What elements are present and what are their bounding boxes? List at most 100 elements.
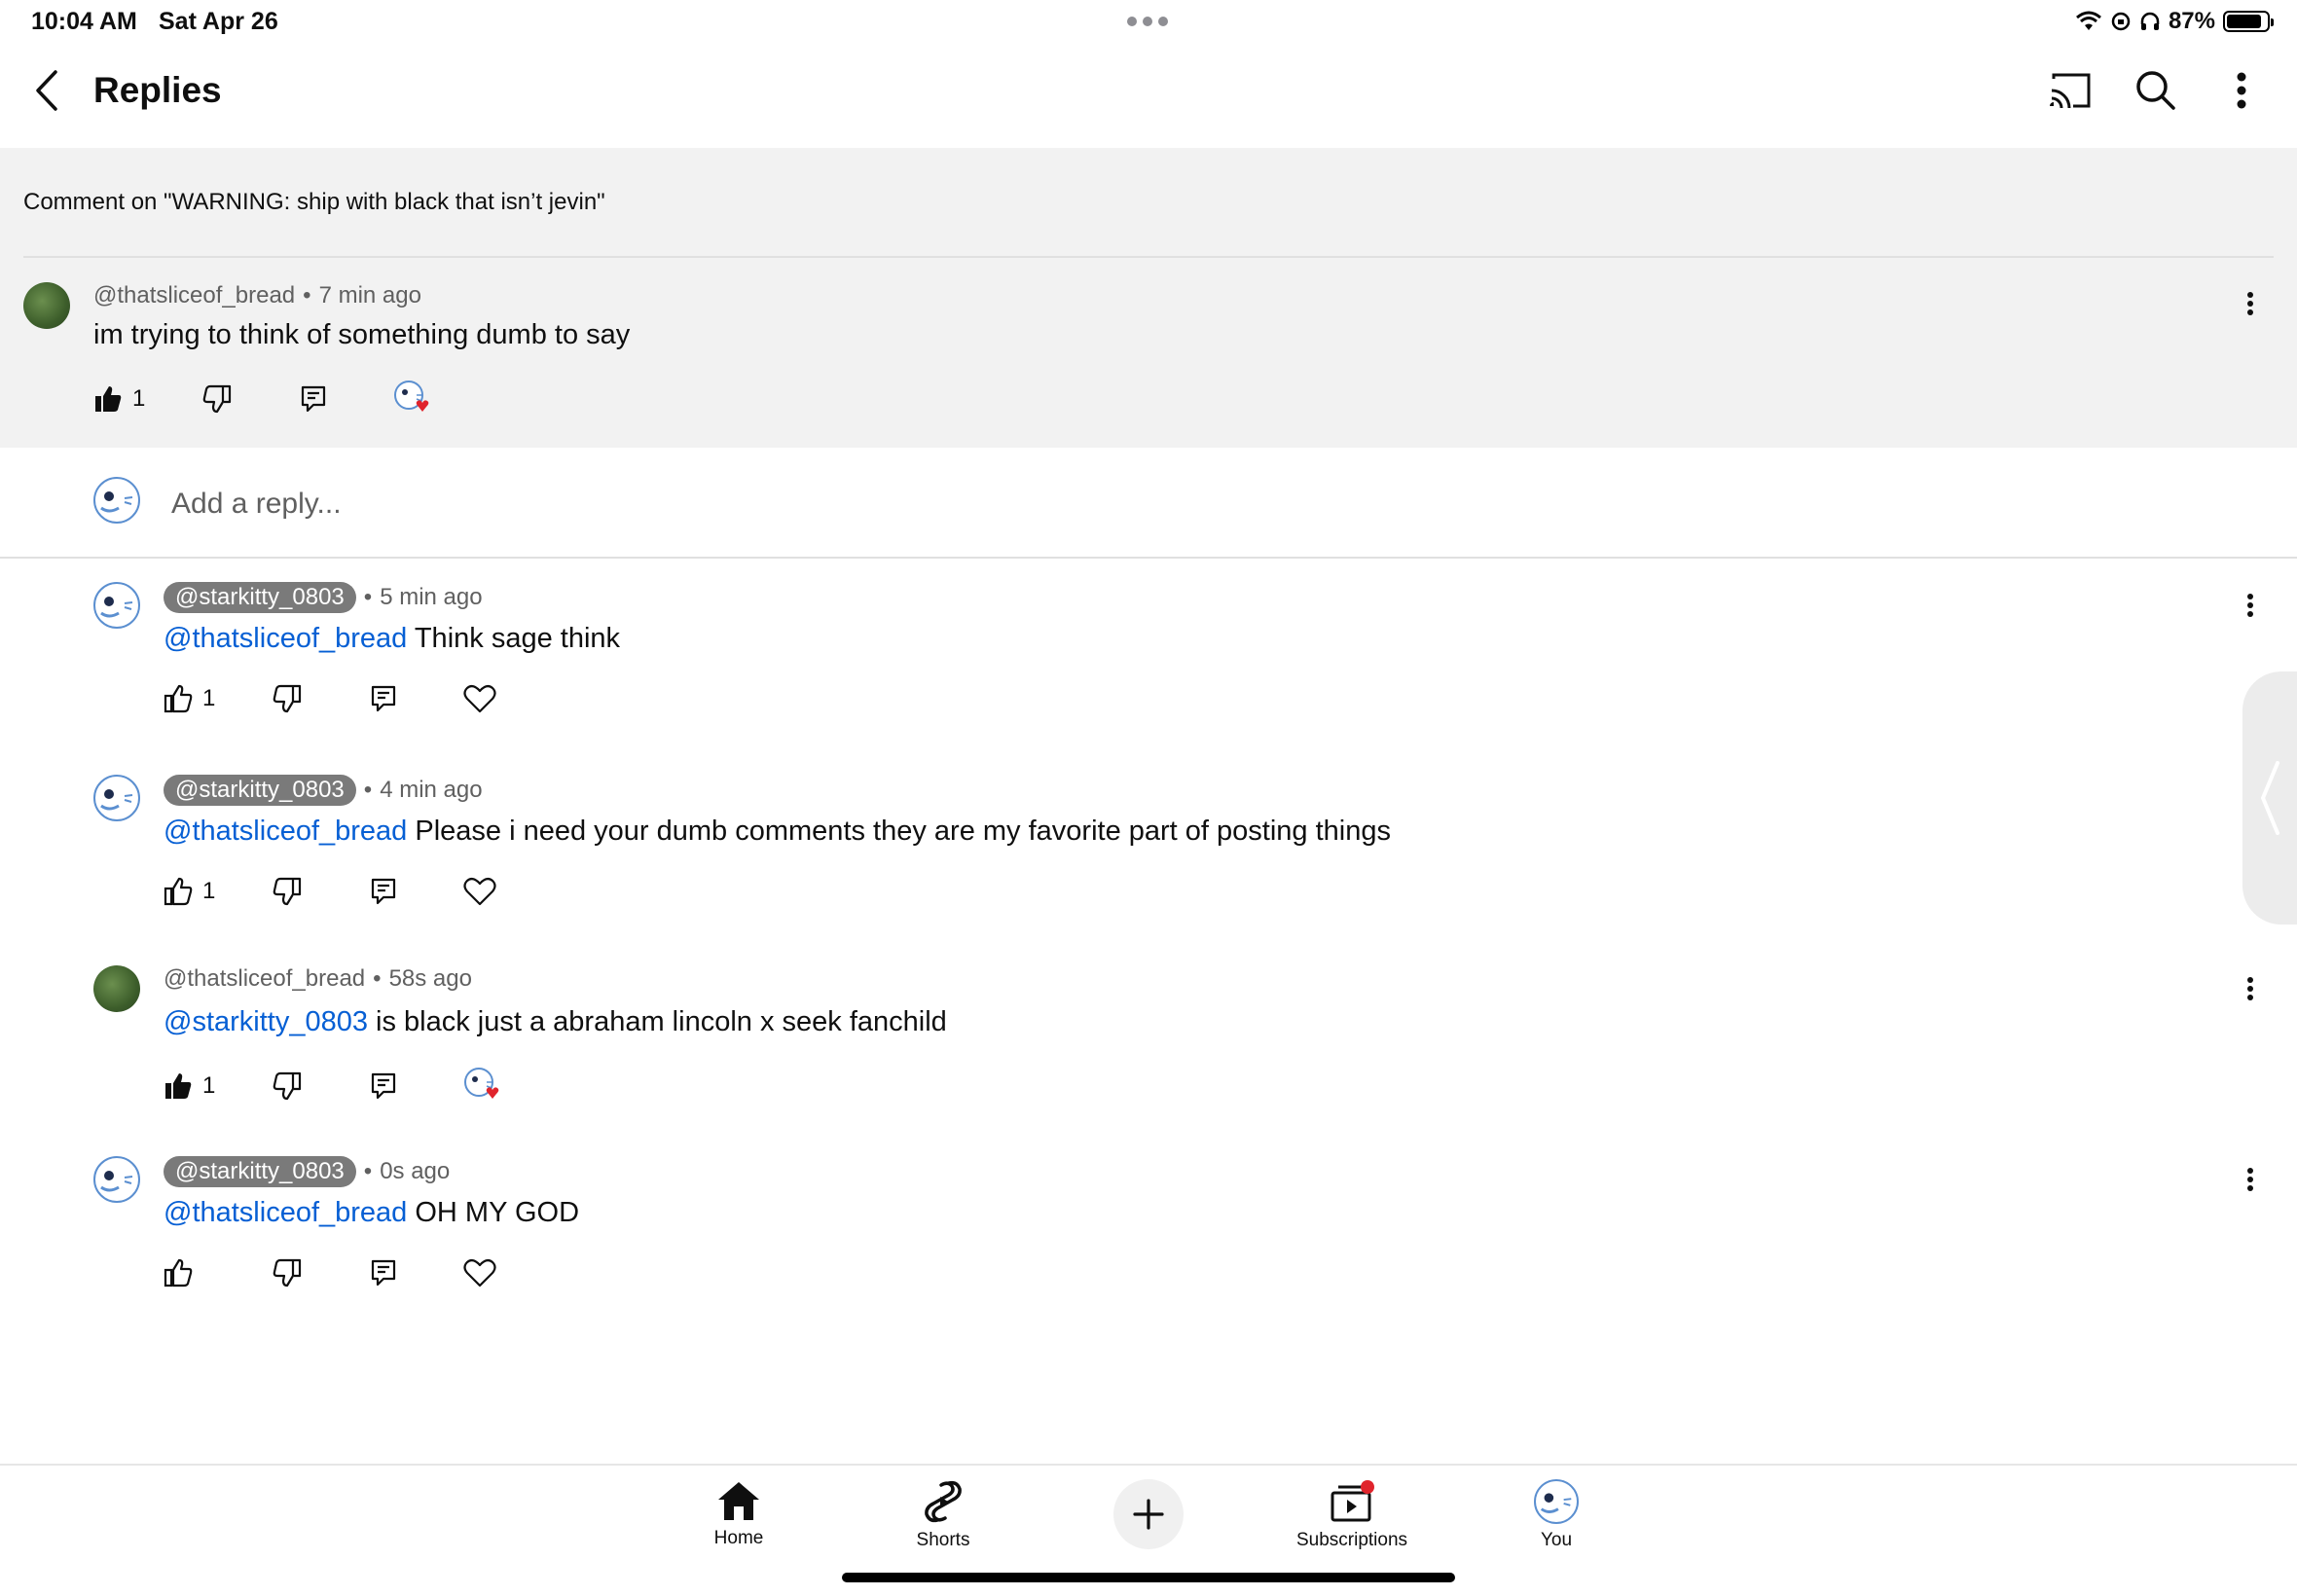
reply-button[interactable] [370, 684, 463, 713]
avatar[interactable] [93, 582, 140, 629]
nav-shorts[interactable]: Shorts [865, 1479, 1021, 1551]
comment-author[interactable]: @starkitty_0803 [164, 1156, 356, 1187]
reply-button[interactable] [370, 1258, 463, 1288]
heart-icon [463, 877, 496, 906]
more-vert-icon [2247, 292, 2253, 315]
comment-body: Please i need your dumb comments they ar… [407, 816, 1391, 847]
meta-separator: • [303, 282, 311, 308]
dislike-button[interactable] [273, 1071, 370, 1101]
add-reply-input[interactable] [171, 483, 1729, 526]
heart-button[interactable] [463, 683, 496, 714]
home-indicator[interactable] [842, 1573, 1455, 1582]
app-bar: Replies [0, 47, 2297, 148]
comment-body: Think sage think [407, 623, 621, 654]
reply-comment: @starkitty_0803 • 0s ago @thatsliceof_bread… [0, 1148, 2297, 1333]
headphones-icon [2140, 12, 2160, 30]
status-bar: 10:04 AM Sat Apr 26 87% [0, 0, 2297, 47]
nav-you-label: You [1540, 1530, 1573, 1550]
comment-body: OH MY GOD [407, 1197, 580, 1228]
like-button[interactable]: 1 [164, 877, 273, 906]
back-button[interactable] [27, 66, 66, 115]
thumb-down-icon [273, 877, 302, 906]
cat-avatar-icon [100, 1171, 133, 1192]
like-count: 1 [202, 878, 216, 904]
comment-text: @thatsliceof_bread Think sage think [164, 623, 620, 655]
shorts-icon [925, 1480, 962, 1523]
meta-separator: • [363, 1158, 373, 1184]
comment-meta: @starkitty_0803 • 5 min ago [164, 582, 483, 613]
avatar[interactable] [93, 965, 140, 1012]
home-icon [718, 1482, 759, 1520]
comment-actions: 1 [164, 683, 496, 714]
comment-menu-button[interactable] [2236, 1160, 2265, 1199]
dislike-button[interactable] [273, 877, 370, 906]
mention-link[interactable]: @thatsliceof_bread [164, 623, 407, 654]
dislike-button[interactable] [273, 684, 370, 713]
reply-button[interactable] [300, 384, 393, 414]
like-button[interactable]: 1 [164, 684, 273, 713]
nav-you[interactable]: You [1478, 1479, 1634, 1551]
like-button[interactable]: 1 [164, 1071, 273, 1101]
like-count: 1 [202, 685, 216, 711]
mention-link[interactable]: @starkitty_0803 [164, 1006, 368, 1037]
more-vert-icon [2247, 594, 2253, 617]
like-button[interactable]: 1 [93, 384, 202, 414]
nav-subscriptions-label: Subscriptions [1295, 1530, 1408, 1550]
heart-button[interactable] [463, 876, 496, 907]
comment-meta: @starkitty_0803 • 4 min ago [164, 775, 483, 806]
heart-button[interactable] [463, 1257, 496, 1288]
comment-author[interactable]: @thatsliceof_bread [93, 282, 295, 309]
add-reply-row [0, 448, 2297, 559]
comment-author[interactable]: @starkitty_0803 [164, 775, 356, 806]
divider [23, 256, 2274, 258]
reply-comment: @starkitty_0803 • 5 min ago @thatsliceof_br… [0, 574, 2297, 759]
comment-menu-button[interactable] [2236, 969, 2265, 1008]
cast-button[interactable] [2044, 64, 2096, 117]
comment-menu-button[interactable] [2236, 586, 2265, 625]
mention-link[interactable]: @thatsliceof_bread [164, 816, 407, 847]
cat-avatar-icon [100, 491, 133, 513]
comment-author[interactable]: @starkitty_0803 [164, 582, 356, 613]
multitasking-dots-icon[interactable] [1127, 17, 1168, 26]
reply-button[interactable] [370, 877, 463, 906]
comment-text: @starkitty_0803 is black just a abraham … [164, 1006, 947, 1038]
more-vert-icon [2247, 977, 2253, 1000]
battery-icon [2223, 11, 2274, 32]
battery-fill [2227, 15, 2261, 28]
page-title: Replies [93, 70, 222, 110]
avatar[interactable] [93, 775, 140, 821]
like-button[interactable] [164, 1258, 273, 1288]
mention-link[interactable]: @thatsliceof_bread [164, 1197, 407, 1228]
create-button[interactable] [1113, 1479, 1184, 1549]
comment-text: @thatsliceof_bread Please i need your du… [164, 816, 1391, 848]
nav-home[interactable]: Home [661, 1479, 817, 1549]
avatar[interactable] [93, 1156, 140, 1203]
meta-separator: • [373, 965, 382, 992]
thumb-down-icon [273, 684, 302, 713]
creator-heart [463, 1067, 502, 1106]
thumb-up-filled-icon [95, 386, 122, 412]
parent-comment-heading: Comment on "WARNING: ship with black tha… [23, 189, 605, 215]
dislike-button[interactable] [273, 1258, 370, 1288]
creator-heart-icon [394, 381, 429, 412]
comment-time: 0s ago [380, 1158, 451, 1184]
like-count: 1 [202, 1072, 216, 1099]
thumb-down-icon [273, 1071, 302, 1101]
nav-shorts-label: Shorts [916, 1530, 970, 1550]
comment-author[interactable]: @thatsliceof_bread [164, 965, 365, 993]
more-options-button[interactable] [2215, 64, 2268, 117]
back-icon [36, 70, 57, 111]
search-button[interactable] [2130, 64, 2182, 117]
reply-button[interactable] [370, 1071, 463, 1101]
nav-subscriptions[interactable]: Subscriptions [1274, 1479, 1430, 1551]
comment-meta: @thatsliceof_bread • 58s ago [164, 965, 472, 993]
nav-home-label: Home [713, 1528, 764, 1548]
thumb-down-icon [273, 1258, 302, 1288]
avatar[interactable] [23, 282, 70, 329]
status-date: Sat Apr 26 [159, 8, 278, 35]
dislike-button[interactable] [202, 384, 300, 414]
side-panel-handle[interactable] [2242, 671, 2297, 925]
status-indicators: 87% [2075, 8, 2274, 35]
comment-menu-button[interactable] [2236, 284, 2265, 323]
cast-icon [2050, 73, 2091, 109]
